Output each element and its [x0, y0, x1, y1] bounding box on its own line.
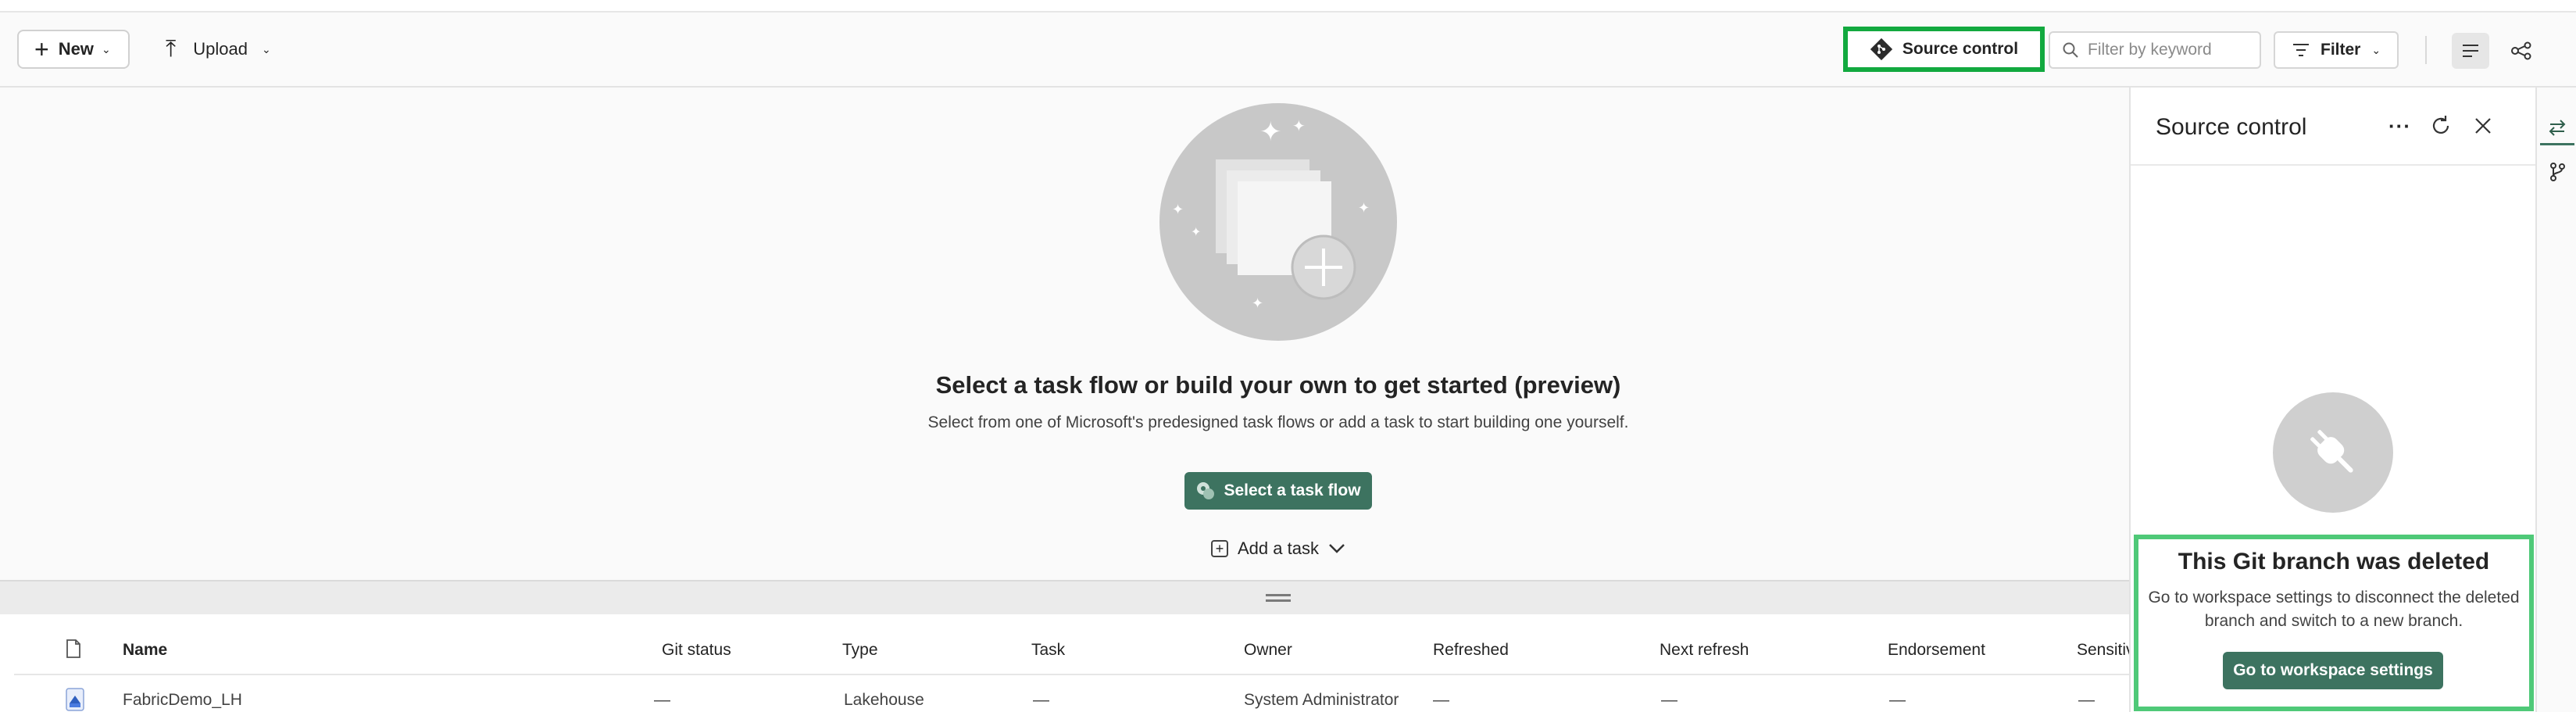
- branch-icon: [2550, 163, 2565, 181]
- add-box-icon: +: [1211, 540, 1228, 557]
- new-button[interactable]: + New ⌄: [17, 30, 130, 69]
- source-control-button[interactable]: Source control: [1843, 27, 2045, 72]
- chevron-down-icon: ⌄: [101, 42, 111, 55]
- drag-handle-icon[interactable]: [1266, 594, 1291, 602]
- empty-state-subtitle: Select from one of Microsoft's predesign…: [927, 413, 1629, 431]
- lineage-view-button[interactable]: [2503, 33, 2539, 69]
- chevron-down-icon: ⌄: [2371, 43, 2381, 56]
- pane-splitter[interactable]: [0, 580, 2129, 614]
- task-flow-icon: [1197, 482, 1215, 499]
- file-type-icon: [66, 639, 80, 658]
- filter-icon: [2293, 44, 2309, 56]
- list-view-icon: [2463, 45, 2478, 57]
- git-icon: [1870, 38, 1893, 61]
- header-divider: [14, 674, 2129, 675]
- column-header-type[interactable]: Type: [842, 641, 878, 660]
- workspace-toolbar: + New ⌄ ⤒ Upload ⌄ Source control Filter…: [0, 14, 2576, 88]
- disconnected-illustration: [2273, 392, 2393, 513]
- column-header-git-status[interactable]: Git status: [662, 641, 731, 660]
- toolbar-divider: [2425, 36, 2427, 64]
- column-header-refreshed[interactable]: Refreshed: [1433, 641, 1509, 660]
- upload-icon: ⤒: [166, 36, 177, 62]
- refresh-icon[interactable]: [2429, 114, 2453, 138]
- branch-deleted-notice: This Git branch was deleted Go to worksp…: [2134, 535, 2534, 711]
- row-type: Lakehouse: [844, 691, 924, 709]
- column-header-endorsement[interactable]: Endorsement: [1888, 641, 1985, 660]
- add-task-label: Add a task: [1238, 538, 1319, 558]
- column-header-name[interactable]: Name: [123, 641, 167, 660]
- items-table: Name Git status Type Task Owner Refreshe…: [0, 614, 2135, 712]
- chevron-down-icon: ⌄: [261, 42, 271, 55]
- row-task: —: [1033, 691, 1049, 709]
- more-options-icon[interactable]: ···: [2388, 114, 2411, 138]
- svg-text:✦: ✦: [1358, 200, 1370, 216]
- list-view-button[interactable]: [2452, 33, 2489, 69]
- source-control-panel: Source control ··· This Git branch was d…: [2129, 88, 2537, 712]
- column-header-next-refresh[interactable]: Next refresh: [1660, 641, 1749, 660]
- column-header-owner[interactable]: Owner: [1244, 641, 1292, 660]
- row-name[interactable]: FabricDemo_LH: [123, 691, 242, 710]
- task-flow-illustration: ✦ ✦ ✦ ✦ ✦ ✦: [1159, 103, 1397, 341]
- add-task-button[interactable]: + Add a task: [1211, 536, 1345, 561]
- panel-header-divider: [2131, 164, 2537, 166]
- close-icon[interactable]: [2473, 116, 2493, 136]
- row-git-status: —: [654, 691, 670, 709]
- plug-icon: [2310, 430, 2353, 473]
- filter-by-keyword-input[interactable]: Filter by keyword: [2049, 31, 2261, 69]
- go-to-workspace-settings-button[interactable]: Go to workspace settings: [2223, 652, 2443, 689]
- new-button-label: New: [58, 39, 94, 59]
- source-control-rail: [2535, 88, 2576, 712]
- source-control-label: Source control: [1902, 40, 2019, 58]
- empty-state-title: Select a task flow or build your own to …: [935, 371, 1621, 399]
- svg-text:✦: ✦: [1292, 116, 1306, 135]
- select-task-flow-button[interactable]: Select a task flow: [1184, 472, 1372, 510]
- upload-button[interactable]: ⤒ Upload ⌄: [163, 30, 295, 69]
- row-sensitivity: —: [2078, 691, 2095, 709]
- row-refreshed: —: [1433, 691, 1449, 709]
- branch-deleted-text: Go to workspace settings to disconnect t…: [2148, 589, 2520, 630]
- search-icon: [2063, 42, 2078, 58]
- filter-placeholder: Filter by keyword: [2088, 41, 2212, 59]
- plus-icon: +: [34, 35, 49, 63]
- filter-button[interactable]: Filter ⌄: [2274, 31, 2399, 69]
- column-header-sensitivity[interactable]: Sensitiv: [2077, 641, 2135, 660]
- row-owner: System Administrator: [1244, 691, 1399, 709]
- panel-title: Source control: [2156, 114, 2307, 140]
- column-header-task[interactable]: Task: [1031, 641, 1065, 660]
- branches-tab[interactable]: [2540, 155, 2574, 189]
- lineage-icon: [2511, 41, 2531, 60]
- select-task-flow-label: Select a task flow: [1224, 481, 1361, 499]
- row-next-refresh: —: [1661, 691, 1677, 709]
- svg-text:✦: ✦: [1172, 202, 1184, 218]
- branch-deleted-title: This Git branch was deleted: [2178, 549, 2490, 574]
- lakehouse-icon: [66, 688, 84, 711]
- filter-button-label: Filter: [2321, 41, 2361, 59]
- stacked-pages-icon: ✦ ✦ ✦ ✦ ✦ ✦: [1172, 116, 1370, 312]
- top-strip: [0, 0, 2576, 13]
- svg-text:✦: ✦: [1259, 116, 1282, 148]
- changes-tab[interactable]: [2540, 111, 2574, 145]
- svg-text:✦: ✦: [1191, 224, 1201, 239]
- upload-button-label: Upload: [193, 39, 248, 59]
- swap-arrows-icon: [2549, 119, 2566, 136]
- chevron-down-icon: [1329, 544, 1345, 553]
- row-endorsement: —: [1889, 691, 1906, 709]
- svg-text:✦: ✦: [1252, 295, 1263, 312]
